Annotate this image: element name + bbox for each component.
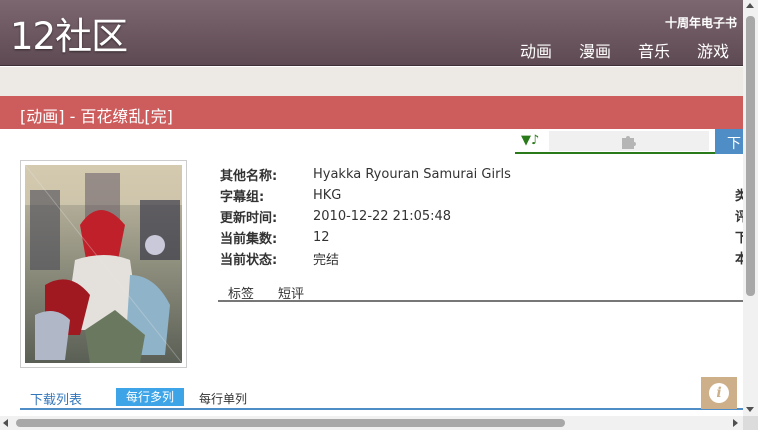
info-value: Hyakka Ryouran Samurai Girls xyxy=(313,167,511,182)
vertical-scroll-thumb[interactable] xyxy=(746,16,755,296)
horizontal-scrollbar[interactable] xyxy=(0,416,743,430)
info-table: 其他名称: Hyakka Ryouran Samurai Girls 字幕组: … xyxy=(220,164,511,269)
scroll-up-icon[interactable] xyxy=(746,3,754,8)
right-column-label: 下 xyxy=(735,231,743,246)
tab-tags[interactable]: 标签 xyxy=(228,283,254,302)
puzzle-icon xyxy=(622,136,636,149)
site-header: 12社区 十周年电子书 动画 漫画 音乐 游戏 xyxy=(0,0,743,66)
nav-item-games[interactable]: 游戏 xyxy=(697,38,729,62)
site-logo[interactable]: 12社区 xyxy=(10,14,128,60)
nav-item-manga[interactable]: 漫画 xyxy=(579,38,611,62)
scroll-left-icon[interactable] xyxy=(3,419,8,427)
info-row: 更新时间: 2010-12-22 21:05:48 xyxy=(220,206,511,227)
right-column-label: 评 xyxy=(735,210,743,225)
scrollbar-corner xyxy=(743,416,758,430)
info-row: 当前集数: 12 xyxy=(220,227,511,248)
info-key: 当前状态: xyxy=(220,253,278,268)
download-list-header: 下载列表 每行多列 每行单列 xyxy=(20,386,743,410)
page-title: [动画] - 百花缭乱[完] xyxy=(20,107,173,126)
right-column-label: 类 xyxy=(735,189,743,204)
info-key: 字幕组: xyxy=(220,190,265,205)
info-icon: i xyxy=(709,383,729,403)
single-column-button[interactable]: 每行单列 xyxy=(199,390,247,407)
tab-short-reviews[interactable]: 短评 xyxy=(278,283,304,302)
info-key: 其他名称: xyxy=(220,169,278,184)
detail-tabs: 标签 短评 xyxy=(218,280,743,302)
info-value: 完结 xyxy=(313,253,340,268)
main-nav: 动画 漫画 音乐 游戏 xyxy=(520,38,729,62)
plugin-placeholder[interactable] xyxy=(549,131,709,151)
nav-item-music[interactable]: 音乐 xyxy=(638,38,670,62)
right-column-label: 本 xyxy=(735,252,743,267)
page-viewport: 12社区 十周年电子书 动画 漫画 音乐 游戏 [动画] - 百花缭乱[完] ▼… xyxy=(0,0,743,416)
tagline-link[interactable]: 十周年电子书 xyxy=(665,14,737,31)
info-row: 字幕组: HKG xyxy=(220,185,511,206)
music-player[interactable]: ▼♪ xyxy=(515,129,715,154)
scroll-down-icon[interactable] xyxy=(746,407,754,412)
vertical-scrollbar[interactable] xyxy=(743,0,758,416)
download-list-tab[interactable]: 下载列表 xyxy=(30,389,82,408)
multi-column-button[interactable]: 每行多列 xyxy=(116,388,184,406)
info-badge[interactable]: i xyxy=(701,377,737,409)
sub-header-band xyxy=(0,67,743,96)
nav-item-anime[interactable]: 动画 xyxy=(520,38,552,62)
info-row: 其他名称: Hyakka Ryouran Samurai Girls xyxy=(220,164,511,185)
scroll-right-icon[interactable] xyxy=(733,419,738,427)
info-row: 当前状态: 完结 xyxy=(220,248,511,269)
music-note-icon[interactable]: ▼♪ xyxy=(521,133,539,148)
cover-image[interactable] xyxy=(20,160,187,368)
info-value: HKG xyxy=(313,188,342,203)
cover-artwork xyxy=(25,165,182,363)
title-bar: [动画] - 百花缭乱[完] xyxy=(0,96,743,129)
info-value: 12 xyxy=(313,230,330,245)
info-key: 当前集数: xyxy=(220,232,278,247)
info-key: 更新时间: xyxy=(220,211,278,226)
horizontal-scroll-thumb[interactable] xyxy=(16,419,565,427)
download-button[interactable]: 下 xyxy=(715,129,743,154)
info-value: 2010-12-22 21:05:48 xyxy=(313,209,452,224)
